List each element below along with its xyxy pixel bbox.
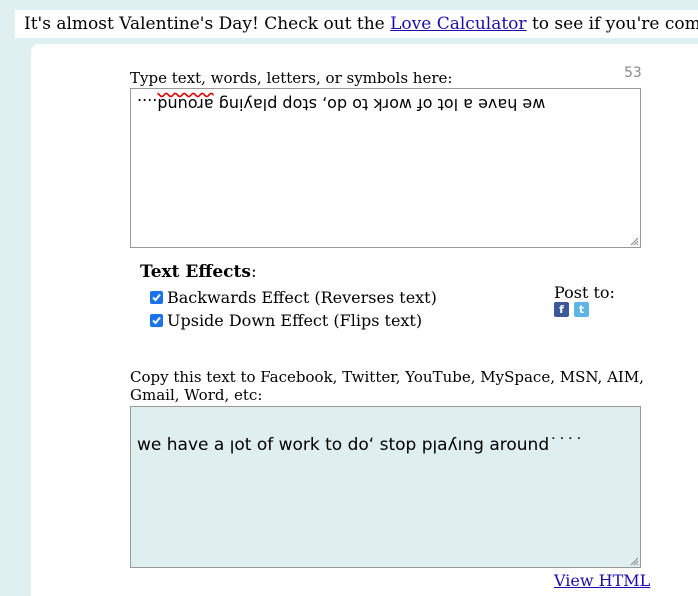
love-calculator-link[interactable]: Love Calculator [390,14,526,34]
output-text-area[interactable]: we have a ןot of work to do‘ stop pןaʎın… [130,406,641,568]
text-effects-heading: Text Effects: [140,262,257,282]
misspelled-word: around [157,95,214,114]
resize-grip-icon[interactable] [629,556,639,566]
facebook-icon[interactable]: f [554,302,569,317]
upside-down-checkbox[interactable] [150,314,163,327]
input-label: Type text, words, letters, or symbols he… [130,69,453,87]
checkmark-icon [152,316,161,325]
upside-down-label: Upside Down Effect (Flips text) [167,311,423,330]
char-counter: 53 [624,65,642,81]
input-text-start: we have a lot of work to do, stop playin… [213,95,546,114]
main-panel: Type text, words, letters, or symbols he… [31,44,698,596]
upside-down-effect-option[interactable]: Upside Down Effect (Flips text) [150,311,422,330]
backwards-effect-option[interactable]: Backwards Effect (Reverses text) [150,288,437,307]
text-effects-title: Text Effects [140,262,251,282]
text-input-area[interactable]: we have a lot of work to do, stop playin… [130,88,641,248]
output-text: we have a ןot of work to do‘ stop pןaʎın… [137,435,584,455]
resize-grip-icon[interactable] [629,236,639,246]
output-label: Copy this text to Facebook, Twitter, You… [130,368,644,404]
valentine-banner: It's almost Valentine's Day! Check out t… [15,10,698,38]
banner-text-after: to see if you're compatible [531,14,698,34]
twitter-icon[interactable]: t [574,302,589,317]
text-effects-colon: : [250,262,257,282]
backwards-checkbox[interactable] [150,291,163,304]
post-to-label: Post to: [554,283,615,302]
banner-text-before: It's almost Valentine's Day! Check out t… [24,14,391,34]
input-text-end: .... [137,95,158,114]
view-html-link[interactable]: View HTML [554,571,650,590]
backwards-label: Backwards Effect (Reverses text) [167,288,437,307]
input-text: we have a lot of work to do, stop playin… [137,95,545,114]
checkmark-icon [152,293,161,302]
